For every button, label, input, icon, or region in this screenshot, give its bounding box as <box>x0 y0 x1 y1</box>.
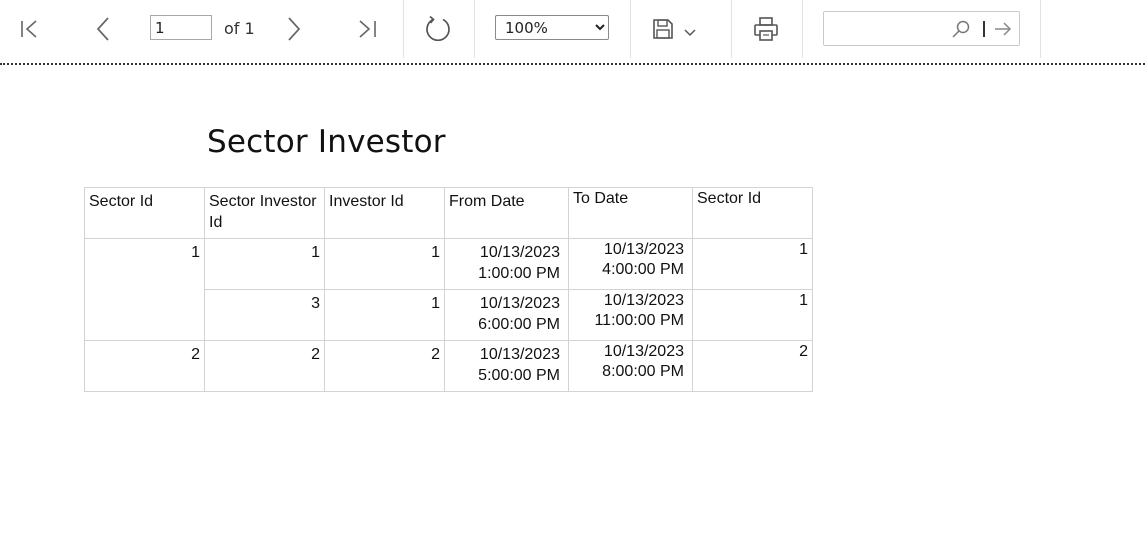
sector-id-2-cell: 2 <box>692 340 813 392</box>
investor-id-cell: 2 <box>324 340 445 392</box>
to-date-date: 10/13/2023 <box>603 343 684 360</box>
column-header: Sector Id <box>84 187 205 239</box>
from-date-cell: 10/13/2023 6:00:00 PM <box>444 289 569 341</box>
report-table: Sector Id Sector Investor Id Investor Id… <box>84 187 813 392</box>
chevron-right-icon <box>288 17 301 41</box>
sector-investor-id-cell: 3 <box>204 289 325 341</box>
to-date-time: 11:00:00 PM <box>594 312 684 329</box>
last-page-button[interactable] <box>347 8 387 50</box>
refresh-icon <box>426 15 450 42</box>
to-date-date: 10/13/2023 <box>603 241 684 258</box>
find-box <box>823 11 1020 46</box>
column-header: To Date <box>568 187 693 239</box>
column-header: Sector Id <box>692 187 813 239</box>
investor-id-cell: 1 <box>324 289 445 341</box>
find-next-icon[interactable] <box>993 21 1013 37</box>
toolbar-separator <box>403 0 404 58</box>
from-date-date: 10/13/2023 <box>479 346 560 363</box>
page-count-label: of 1 <box>224 19 255 38</box>
from-date-date: 10/13/2023 <box>479 295 560 312</box>
toolbar-separator <box>731 0 732 58</box>
export-button[interactable] <box>651 8 713 50</box>
toolbar-separator <box>630 0 631 58</box>
report-toolbar: of 1 100% <box>0 0 1145 62</box>
table-row: 1 1 1 10/13/2023 1:00:00 PM 10/13/2023 4:0… <box>84 238 813 341</box>
toolbar-separator <box>474 0 475 58</box>
toolbar-separator <box>1040 0 1041 58</box>
toolbar-separator <box>802 0 803 58</box>
chevron-down-icon <box>684 29 696 37</box>
column-header: Investor Id <box>324 187 445 239</box>
sector-id-2-cell: 1 <box>692 238 813 290</box>
sector-id-cell: 2 <box>84 340 205 392</box>
chevron-left-icon <box>96 17 109 41</box>
find-input[interactable] <box>828 17 952 43</box>
toolbar-divider <box>0 63 1145 65</box>
sector-id-cell: 1 <box>84 238 205 341</box>
previous-page-button[interactable] <box>84 8 124 50</box>
print-button[interactable] <box>746 8 786 50</box>
first-page-icon <box>21 20 37 38</box>
from-date-time: 6:00:00 PM <box>478 316 560 333</box>
sector-investor-id-cell: 1 <box>204 238 325 290</box>
from-date-date: 10/13/2023 <box>479 244 560 261</box>
to-date-cell: 10/13/2023 8:00:00 PM <box>568 340 693 392</box>
to-date-cell: 10/13/2023 4:00:00 PM <box>568 238 693 290</box>
table-header-row: Sector Id Sector Investor Id Investor Id… <box>84 187 813 239</box>
to-date-time: 8:00:00 PM <box>602 363 684 380</box>
to-date-time: 4:00:00 PM <box>602 261 684 278</box>
to-date-date: 10/13/2023 <box>603 292 684 309</box>
from-date-time: 1:00:00 PM <box>478 265 560 282</box>
column-header: Sector Investor Id <box>204 187 325 239</box>
current-page-input[interactable] <box>150 15 212 40</box>
from-date-time: 5:00:00 PM <box>478 367 560 384</box>
save-icon <box>653 19 673 39</box>
zoom-select[interactable]: 100% <box>495 15 609 40</box>
next-page-button[interactable] <box>273 8 313 50</box>
from-date-cell: 10/13/2023 1:00:00 PM <box>444 238 569 290</box>
first-page-button[interactable] <box>10 8 50 50</box>
sector-id-2-cell: 1 <box>692 289 813 341</box>
search-icon[interactable] <box>951 19 971 39</box>
column-header: From Date <box>444 187 569 239</box>
printer-icon <box>754 17 778 41</box>
find-divider <box>983 21 985 37</box>
investor-id-cell: 1 <box>324 238 445 290</box>
from-date-cell: 10/13/2023 5:00:00 PM <box>444 340 569 392</box>
refresh-button[interactable] <box>418 8 458 50</box>
last-page-icon <box>359 20 376 38</box>
report-title: Sector Investor <box>207 124 446 160</box>
to-date-cell: 10/13/2023 11:00:00 PM <box>568 289 693 341</box>
table-row: 2 2 2 10/13/2023 5:00:00 PM 10/13/2023 8:0… <box>84 340 813 392</box>
sector-investor-id-cell: 2 <box>204 340 325 392</box>
